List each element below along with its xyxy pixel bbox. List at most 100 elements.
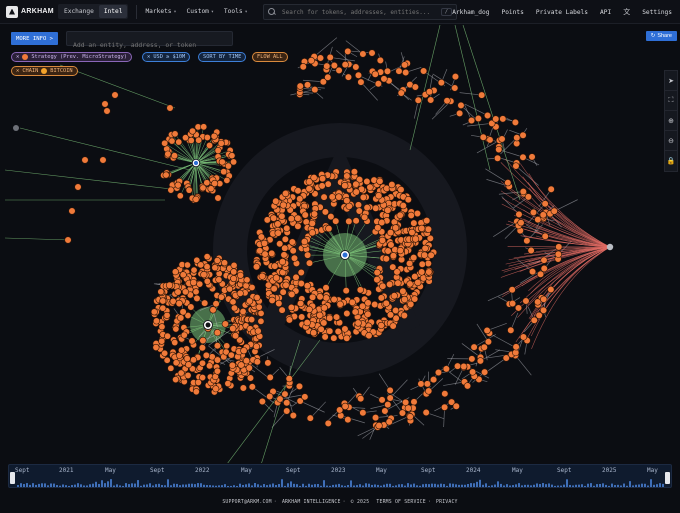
address-node[interactable] [288, 238, 296, 246]
address-node[interactable] [199, 336, 207, 345]
footer-email[interactable]: SUPPORT@ARKM.COM [222, 500, 271, 505]
address-node[interactable] [343, 172, 351, 180]
address-node[interactable] [164, 332, 172, 340]
address-node[interactable] [287, 303, 296, 312]
address-node[interactable] [203, 277, 211, 285]
address-node[interactable] [150, 308, 158, 316]
address-node[interactable] [299, 63, 307, 71]
address-node[interactable] [304, 251, 312, 259]
zoom-in-icon[interactable]: ⊕ [665, 111, 677, 131]
private-labels-link[interactable]: Private Labels [536, 9, 588, 16]
address-node[interactable] [341, 181, 349, 190]
address-node[interactable] [376, 177, 384, 185]
address-node[interactable] [184, 371, 192, 379]
address-node[interactable] [357, 394, 365, 403]
address-node[interactable] [279, 288, 287, 296]
address-node[interactable] [221, 320, 229, 328]
address-node[interactable] [283, 399, 291, 407]
zoom-out-icon[interactable]: ⊖ [665, 131, 677, 151]
address-node[interactable] [111, 91, 119, 99]
address-node[interactable] [519, 333, 528, 341]
address-node[interactable] [364, 310, 372, 318]
address-node[interactable] [529, 208, 538, 216]
address-node[interactable] [350, 168, 359, 176]
address-node[interactable] [474, 114, 482, 123]
address-node[interactable] [320, 319, 328, 327]
address-node[interactable] [327, 213, 335, 221]
address-node[interactable] [386, 386, 394, 395]
address-node[interactable] [364, 299, 372, 307]
address-node[interactable] [423, 380, 431, 388]
user-profile-link[interactable]: Arkham_dog [452, 9, 489, 16]
address-node[interactable] [271, 262, 279, 270]
address-node[interactable] [321, 208, 329, 216]
address-node[interactable] [363, 177, 371, 186]
address-node[interactable] [345, 217, 353, 225]
address-node[interactable] [460, 362, 468, 371]
address-node[interactable] [524, 193, 532, 201]
address-node[interactable] [395, 67, 403, 75]
address-node[interactable] [381, 407, 389, 415]
address-node[interactable] [236, 271, 244, 279]
address-node[interactable] [263, 216, 271, 224]
address-node[interactable] [508, 299, 517, 308]
address-node[interactable] [470, 343, 478, 351]
address-node[interactable] [192, 288, 200, 296]
address-node[interactable] [103, 107, 111, 115]
address-node[interactable] [279, 201, 287, 209]
address-node[interactable] [420, 251, 429, 259]
address-node[interactable] [212, 385, 220, 393]
address-node[interactable] [294, 214, 302, 222]
address-node[interactable] [373, 268, 381, 277]
address-node[interactable] [257, 309, 265, 317]
address-node[interactable] [288, 290, 296, 298]
address-node[interactable] [260, 239, 269, 247]
address-node[interactable] [266, 373, 274, 382]
address-node[interactable] [383, 67, 392, 75]
address-node[interactable] [218, 158, 226, 166]
address-node[interactable] [229, 324, 237, 333]
address-node[interactable] [305, 185, 313, 193]
address-node[interactable] [404, 196, 412, 204]
address-node[interactable] [324, 419, 332, 427]
address-node[interactable] [297, 268, 305, 277]
address-node[interactable] [169, 297, 177, 305]
address-node[interactable] [281, 390, 289, 398]
address-node[interactable] [320, 193, 328, 201]
address-node[interactable] [443, 97, 451, 105]
address-node[interactable] [176, 192, 184, 200]
address-node[interactable] [209, 306, 217, 314]
address-node[interactable] [289, 247, 297, 255]
address-node[interactable] [185, 361, 193, 369]
address-node[interactable] [320, 304, 328, 312]
address-node[interactable] [341, 402, 349, 411]
address-node[interactable] [411, 83, 419, 91]
address-node[interactable] [437, 79, 445, 87]
address-node[interactable] [385, 418, 393, 426]
address-node[interactable] [393, 268, 401, 276]
remove-filter-icon[interactable]: ✕ [147, 54, 150, 60]
address-node[interactable] [161, 139, 169, 147]
address-node[interactable] [422, 408, 430, 417]
address-node[interactable] [230, 261, 238, 269]
address-node[interactable] [410, 219, 418, 227]
address-node[interactable] [417, 380, 425, 388]
address-node[interactable] [248, 383, 256, 391]
address-node[interactable] [178, 346, 186, 354]
add-entity-input[interactable] [67, 38, 232, 52]
address-node[interactable] [203, 133, 211, 141]
filter-chip-usd[interactable]: ✕ USD ≥ $10M [142, 52, 191, 62]
address-node[interactable] [514, 304, 523, 312]
address-node[interactable] [230, 304, 238, 312]
address-node[interactable] [283, 224, 291, 232]
mode-exchange[interactable]: Exchange [59, 5, 99, 18]
address-node[interactable] [522, 297, 530, 305]
address-node[interactable] [196, 280, 204, 288]
address-node[interactable] [410, 254, 418, 262]
address-node[interactable] [220, 168, 228, 176]
address-node[interactable] [258, 397, 266, 406]
address-node[interactable] [172, 376, 180, 384]
address-node[interactable] [425, 387, 433, 395]
address-node[interactable] [418, 260, 426, 268]
address-node[interactable] [400, 295, 409, 304]
